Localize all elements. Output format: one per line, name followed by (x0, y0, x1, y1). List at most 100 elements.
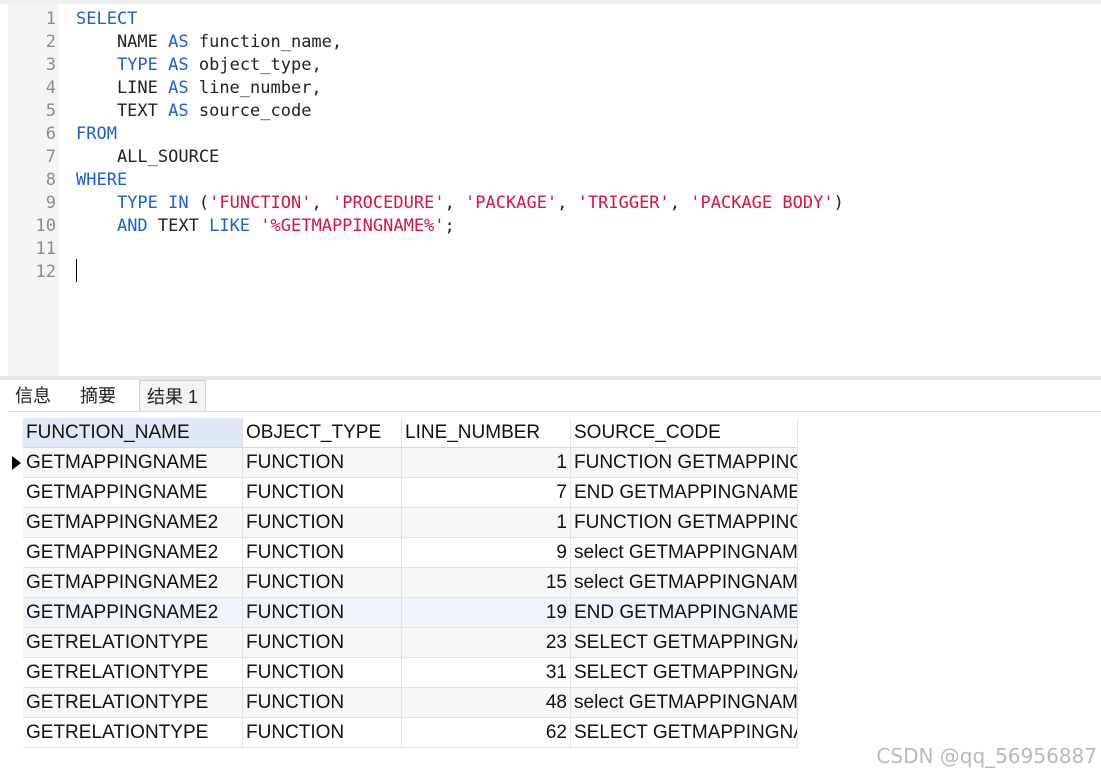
cell-line-number[interactable]: 31 (402, 658, 571, 688)
text-cursor (76, 259, 77, 282)
cell-function-name[interactable]: GETMAPPINGNAME (23, 448, 243, 478)
table-row[interactable]: GETMAPPINGNAME2 FUNCTION 1 FUNCTION GETMAPP… (8, 508, 798, 538)
table-row[interactable]: GETRELATIONTYPE FUNCTION 62 SELECT GETMAPPI… (8, 718, 798, 748)
row-indicator[interactable] (8, 538, 23, 568)
cell-object-type[interactable]: FUNCTION (243, 568, 402, 598)
cell-source-code[interactable]: SELECT GETMAPPINGNAME (571, 658, 798, 688)
line-number: 1 (45, 9, 56, 29)
line-number: 12 (35, 262, 56, 282)
row-indicator[interactable] (8, 598, 23, 628)
tab-info[interactable]: 信息 (8, 380, 58, 411)
row-indicator[interactable] (8, 658, 23, 688)
cell-function-name[interactable]: GETRELATIONTYPE (23, 628, 243, 658)
cell-function-name[interactable]: GETMAPPINGNAME (23, 478, 243, 508)
cell-source-code[interactable]: select GETMAPPINGNAME (571, 568, 798, 598)
line-number: 3 (45, 55, 56, 75)
line-number-gutter: 1 2 3 4 5 6 7 8 9 10 11 12 (8, 4, 59, 376)
column-header-function-name[interactable]: FUNCTION_NAME (23, 418, 243, 448)
code-line: SELECT (76, 8, 137, 31)
cell-line-number[interactable]: 7 (402, 478, 571, 508)
code-line: AND TEXT LIKE '%GETMAPPINGNAME%'; (76, 215, 455, 238)
row-indicator[interactable] (8, 688, 23, 718)
cell-line-number[interactable]: 1 (402, 448, 571, 478)
cell-function-name[interactable]: GETRELATIONTYPE (23, 688, 243, 718)
table-row[interactable]: GETRELATIONTYPE FUNCTION 48 select GETMAPPI… (8, 688, 798, 718)
cell-object-type[interactable]: FUNCTION (243, 478, 402, 508)
sql-keyword: AND (116, 216, 148, 236)
tab-result-1[interactable]: 结果 1 (139, 380, 207, 411)
sql-keyword: TYPE (116, 55, 158, 75)
cell-line-number[interactable]: 48 (402, 688, 571, 718)
table-row[interactable]: GETMAPPINGNAME2 FUNCTION 9 select GETMAPPIN… (8, 538, 798, 568)
cell-function-name[interactable]: GETMAPPINGNAME2 (23, 508, 243, 538)
sql-keyword: FROM (76, 124, 117, 144)
column-header-object-type[interactable]: OBJECT_TYPE (243, 418, 402, 448)
row-indicator[interactable] (8, 628, 23, 658)
cell-source-code[interactable]: END GETMAPPINGNAME; (571, 478, 798, 508)
cell-source-code[interactable]: select GETMAPPINGNAME (571, 538, 798, 568)
cell-line-number[interactable]: 23 (402, 628, 571, 658)
sql-editor[interactable]: 1 2 3 4 5 6 7 8 9 10 11 12 SELECT NAME AS function_… (0, 0, 1101, 376)
cell-line-number[interactable]: 62 (402, 718, 571, 748)
table-row[interactable]: GETMAPPINGNAME2 FUNCTION 15 select GETMAPPI… (8, 568, 798, 598)
cell-function-name[interactable]: GETMAPPINGNAME2 (23, 538, 243, 568)
cell-object-type[interactable]: FUNCTION (243, 628, 402, 658)
sql-keyword: IN (168, 193, 189, 213)
row-indicator[interactable] (8, 568, 23, 598)
sql-token: TEXT (147, 216, 210, 236)
table-row[interactable]: GETMAPPINGNAME FUNCTION 7 END GETMAPPINGNAM… (8, 478, 798, 508)
table-row[interactable]: GETRELATIONTYPE FUNCTION 31 SELECT GETMAPPI… (8, 658, 798, 688)
cell-source-code[interactable]: FUNCTION GETMAPPINGNAME2 (571, 508, 798, 538)
sql-token: , (557, 193, 578, 213)
cell-function-name[interactable]: GETMAPPINGNAME2 (23, 568, 243, 598)
cell-source-code[interactable]: FUNCTION GETMAPPINGNAME (571, 448, 798, 478)
row-indicator[interactable] (8, 508, 23, 538)
cell-object-type[interactable]: FUNCTION (243, 448, 402, 478)
row-indicator[interactable] (8, 718, 23, 748)
sql-token: NAME (76, 32, 169, 52)
cell-function-name[interactable]: GETMAPPINGNAME2 (23, 598, 243, 628)
table-row[interactable]: GETRELATIONTYPE FUNCTION 23 SELECT GETMAPPI… (8, 628, 798, 658)
column-header-source-code[interactable]: SOURCE_CODE (571, 418, 798, 448)
sql-token: , (669, 193, 691, 213)
sql-token: function_name, (188, 32, 343, 52)
cell-object-type[interactable]: FUNCTION (243, 658, 402, 688)
sql-keyword: TYPE (116, 193, 158, 213)
row-indicator[interactable] (8, 448, 23, 478)
sql-token: TEXT (76, 101, 169, 121)
cell-line-number[interactable]: 15 (402, 568, 571, 598)
cell-object-type[interactable]: FUNCTION (243, 688, 402, 718)
sql-token: source_code (188, 101, 312, 121)
cell-object-type[interactable]: FUNCTION (243, 598, 402, 628)
code-line: FROM (76, 123, 117, 146)
code-line: ALL_SOURCE (76, 146, 219, 169)
line-number: 4 (45, 78, 56, 98)
cell-object-type[interactable]: FUNCTION (243, 718, 402, 748)
sql-keyword: SELECT (76, 9, 138, 29)
table-row[interactable]: GETMAPPINGNAME FUNCTION 1 FUNCTION GETMAPPI… (8, 448, 798, 478)
cell-function-name[interactable]: GETRELATIONTYPE (23, 718, 243, 748)
cell-line-number[interactable]: 9 (402, 538, 571, 568)
column-header-line-number[interactable]: LINE_NUMBER (402, 418, 571, 448)
sql-string: 'TRIGGER' (577, 193, 670, 213)
cell-object-type[interactable]: FUNCTION (243, 508, 402, 538)
tab-summary[interactable]: 摘要 (73, 380, 123, 411)
sql-token: object_type, (188, 55, 322, 75)
table-row[interactable]: GETMAPPINGNAME2 FUNCTION 19 END GETMAPPINGN… (8, 598, 798, 628)
line-number: 10 (35, 216, 56, 236)
row-indicator[interactable] (8, 478, 23, 508)
cell-source-code[interactable]: SELECT GETMAPPINGNAME (571, 718, 798, 748)
cell-line-number[interactable]: 19 (402, 598, 571, 628)
cell-line-number[interactable]: 1 (402, 508, 571, 538)
cell-source-code[interactable]: SELECT GETMAPPINGNAME (571, 628, 798, 658)
cell-object-type[interactable]: FUNCTION (243, 538, 402, 568)
cell-source-code[interactable]: END GETMAPPINGNAME2 (571, 598, 798, 628)
cell-source-code[interactable]: select GETMAPPINGNAME (571, 688, 798, 718)
code-line: TYPE AS object_type, (76, 54, 322, 77)
watermark: CSDN @qq_56956887 (876, 744, 1097, 768)
cell-function-name[interactable]: GETRELATIONTYPE (23, 658, 243, 688)
